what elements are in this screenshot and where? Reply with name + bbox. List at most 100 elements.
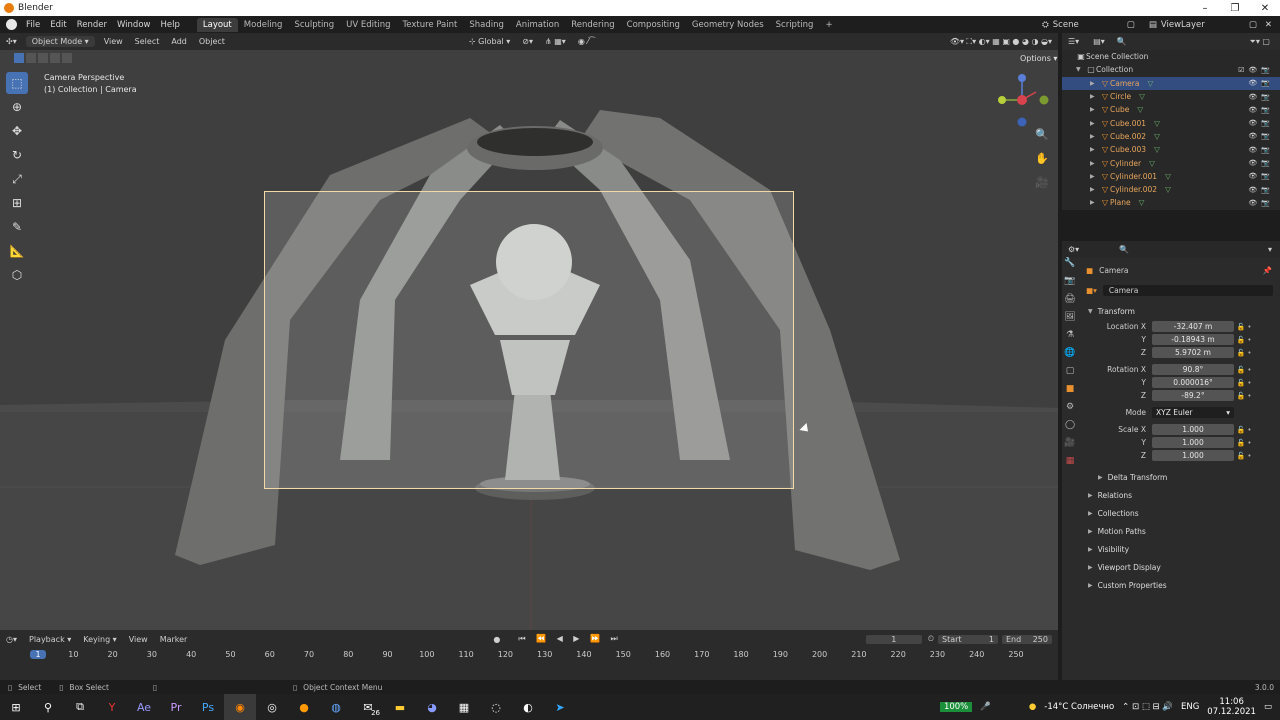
menu-add[interactable]: Add [165, 37, 193, 46]
viewlayer-name[interactable]: ViewLayer [1161, 20, 1241, 30]
tab-modeling[interactable]: Modeling [238, 18, 289, 32]
render-tab-icon[interactable]: 📷 [1062, 276, 1078, 294]
delta-transform-section[interactable]: ▶ Delta Transform [1082, 468, 1280, 486]
outliner-item[interactable]: ▶ ▽ Cube ▽ 👁📷 [1062, 103, 1280, 116]
rotation-y-field[interactable]: 0.000016° [1152, 377, 1234, 388]
photoshop-icon[interactable]: Ps [192, 694, 224, 720]
lock-icon[interactable]: 🔓 • [1234, 379, 1254, 387]
menu-view[interactable]: View [98, 37, 129, 46]
motion-paths-section[interactable]: ▶ Motion Paths [1082, 522, 1280, 540]
scale-x-field[interactable]: 1.000 [1152, 424, 1234, 435]
cursor-icon[interactable]: ⊕ [6, 96, 28, 118]
location-x-field[interactable]: -32.407 m [1152, 321, 1234, 332]
timeline-editor-icon[interactable]: ◷▾ [0, 635, 23, 644]
object-name-field[interactable]: Camera [1102, 284, 1273, 296]
pin-icon[interactable]: 📌 [1263, 266, 1272, 275]
file-explorer-icon[interactable]: ▬ [384, 694, 416, 720]
start-frame-field[interactable]: Start 1 [938, 634, 998, 644]
visibility-icons[interactable]: 👁📷 [1248, 119, 1274, 127]
weather-text[interactable]: -14°C Солнечно [1044, 702, 1114, 712]
outliner-editor-icon[interactable]: ☰▾ [1068, 37, 1079, 46]
minimize-button[interactable]: – [1190, 3, 1220, 14]
lock-icon[interactable]: 🔓 • [1234, 426, 1254, 434]
collection-tab-icon[interactable]: ▢ [1062, 366, 1078, 384]
record-icon[interactable]: ● [493, 635, 500, 644]
c4d-icon[interactable]: ◎ [256, 694, 288, 720]
rotation-z-field[interactable]: -89.2° [1152, 390, 1234, 401]
steam-icon[interactable]: ◐ [512, 694, 544, 720]
tab-texture-paint[interactable]: Texture Paint [397, 18, 464, 32]
clock[interactable]: 11:06 07.12.2021 [1207, 697, 1256, 717]
mic-icon[interactable]: 🎤 [980, 702, 991, 712]
tab-layout[interactable]: Layout [196, 17, 238, 32]
new-viewlayer-icon[interactable]: ▢ [1249, 20, 1257, 30]
physics-tab-icon[interactable]: ◯ [1062, 420, 1078, 438]
zoom-icon[interactable]: 🔍 [1034, 128, 1050, 144]
tab-sculpting[interactable]: Sculpting [288, 18, 340, 32]
camera-data-tab-icon[interactable]: 🎥 [1062, 438, 1078, 456]
menu-window[interactable]: Window [112, 20, 156, 30]
lock-icon[interactable]: 🔓 • [1234, 323, 1254, 331]
location-z-field[interactable]: 5.9702 m [1152, 347, 1234, 358]
rotate-icon[interactable]: ↻ [6, 144, 28, 166]
object-tab-icon[interactable]: ■ [1062, 384, 1078, 402]
tab-compositing[interactable]: Compositing [621, 18, 686, 32]
viewport-shading-icons[interactable]: 👁▾ ⛶▾ ◐▾ ▦ ▣ ● ◕ ◑ ◒▾ [944, 37, 1058, 47]
new-scene-icon[interactable]: ▢ [1127, 20, 1135, 30]
tab-shading[interactable]: Shading [463, 18, 510, 32]
menu-edit[interactable]: Edit [45, 20, 71, 30]
discord-icon[interactable]: ◕ [416, 694, 448, 720]
current-frame-field[interactable]: 1 [865, 634, 922, 644]
select-mode-icons[interactable] [14, 53, 72, 63]
menu-select[interactable]: Select [129, 37, 166, 46]
lock-icon[interactable]: 🔓 • [1234, 439, 1254, 447]
relations-section[interactable]: ▶ Relations [1082, 486, 1280, 504]
battery-indicator[interactable]: 100% [939, 702, 973, 712]
after-effects-icon[interactable]: Ae [128, 694, 160, 720]
texture-tab-icon[interactable]: ▦ [1062, 456, 1078, 474]
outliner-item[interactable]: ▶ ▽ Camera ▽ 👁📷 [1062, 76, 1280, 90]
proportional-edit-icon[interactable]: ◉ ⁄⁀ [572, 37, 601, 46]
scene-name[interactable]: Scene [1053, 20, 1123, 30]
timeline-view-menu[interactable]: View [123, 635, 154, 644]
camera-view-icon[interactable]: 🎥 [1034, 176, 1050, 192]
transform-section[interactable]: ▼ Transform [1082, 302, 1280, 320]
scene-tab-icon[interactable]: ⚗ [1062, 330, 1078, 348]
rotation-mode-dropdown[interactable]: XYZ Euler ▾ [1152, 407, 1234, 418]
menu-object[interactable]: Object [193, 37, 231, 46]
properties-search-icon[interactable]: 🔍 [1119, 245, 1129, 254]
preview-range-icon[interactable]: ⏲ [928, 634, 934, 644]
scene-collection-row[interactable]: ▣ Scene Collection [1062, 50, 1280, 63]
visibility-icons[interactable]: 👁📷 [1248, 159, 1274, 167]
rotation-x-field[interactable]: 90.8° [1152, 364, 1234, 375]
pivot-icon[interactable]: ⊘▾ [516, 37, 539, 46]
lock-icon[interactable]: 🔓 • [1234, 392, 1254, 400]
navigation-gizmo[interactable] [996, 72, 1052, 132]
lock-icon[interactable]: 🔓 • [1234, 349, 1254, 357]
tool-tab-icon[interactable]: 🔧 [1062, 258, 1078, 276]
scale-y-field[interactable]: 1.000 [1152, 437, 1234, 448]
outliner-item[interactable]: ▶ ▽ Cube.002 ▽ 👁📷 [1062, 130, 1280, 143]
keying-menu[interactable]: Keying ▾ [77, 635, 122, 644]
visibility-icons[interactable]: ☑👁📷 [1238, 66, 1274, 74]
marker-menu[interactable]: Marker [154, 635, 194, 644]
outliner-item[interactable]: ▶ ▽ Cylinder.002 ▽ 👁📷 [1062, 183, 1280, 196]
outliner-search-icon[interactable]: 🔍 [1117, 37, 1127, 46]
constraints-tab-icon[interactable]: ⚙ [1062, 402, 1078, 420]
editor-type-icon[interactable]: ✣▾ [0, 37, 23, 46]
lock-icon[interactable]: 🔓 • [1234, 366, 1254, 374]
visibility-icons[interactable]: 👁📷 [1248, 186, 1274, 194]
add-cube-icon[interactable]: ⬡ [6, 264, 28, 286]
custom-properties-section[interactable]: ▶ Custom Properties [1082, 576, 1280, 594]
add-workspace-button[interactable]: + [819, 18, 838, 32]
tab-uv-editing[interactable]: UV Editing [340, 18, 396, 32]
outliner-item[interactable]: ▶ ▽ Cylinder.001 ▽ 👁📷 [1062, 170, 1280, 183]
properties-options-icon[interactable]: ▾ [1268, 245, 1272, 254]
playback-controls[interactable]: ⏮ ⏪ ◀ ▶ ⏩ ⏭ [518, 634, 621, 644]
outliner-item[interactable]: ▶ ▽ Cube.003 ▽ 👁📷 [1062, 143, 1280, 156]
move-icon[interactable]: ✥ [6, 120, 28, 142]
tab-scripting[interactable]: Scripting [770, 18, 820, 32]
globe-icon[interactable]: ◍ [320, 694, 352, 720]
tab-geometry-nodes[interactable]: Geometry Nodes [686, 18, 770, 32]
output-tab-icon[interactable]: 🖨 [1062, 294, 1078, 312]
